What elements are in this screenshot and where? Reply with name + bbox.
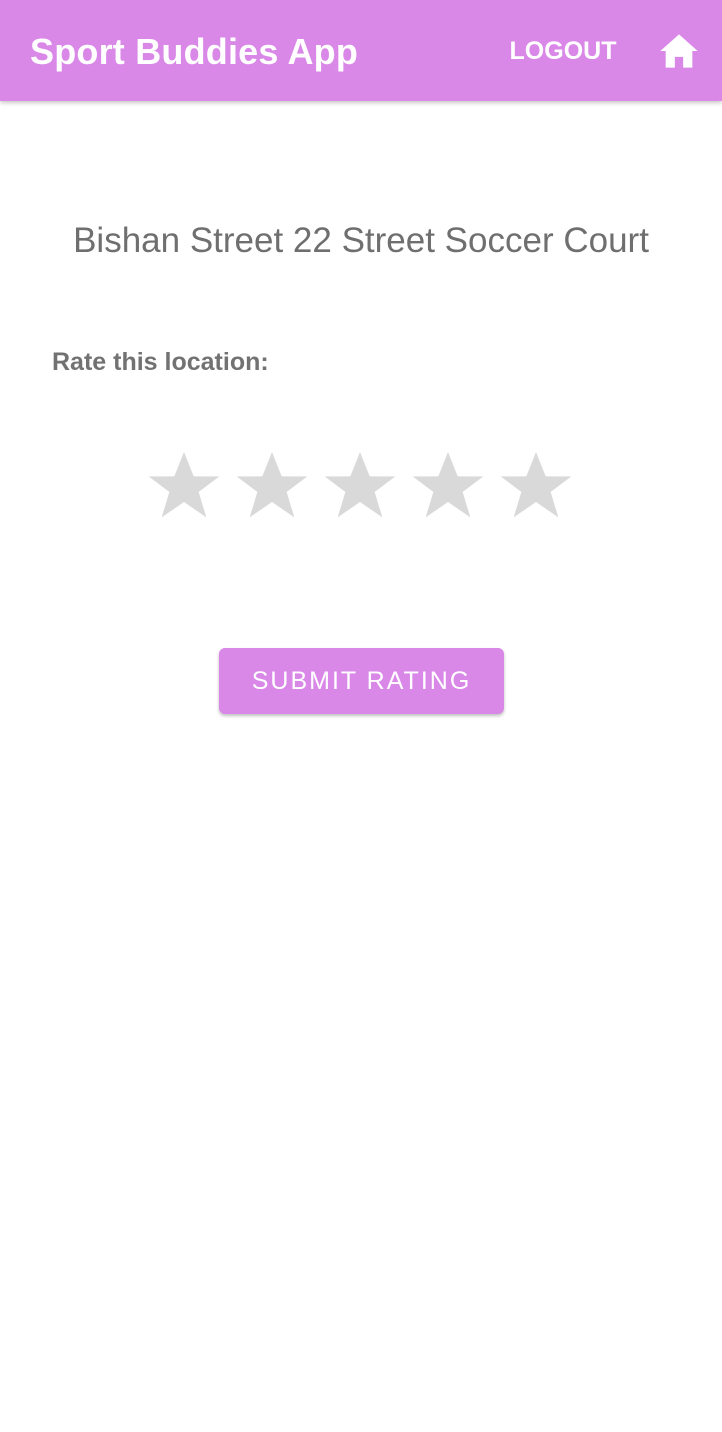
home-icon xyxy=(660,34,698,68)
star-icon xyxy=(148,452,220,518)
star-icon xyxy=(324,452,396,518)
rating-screen: Sport Buddies App LOGOUT Bishan Street 2… xyxy=(0,0,722,1432)
star-5-button[interactable] xyxy=(496,446,576,526)
star-1-button[interactable] xyxy=(144,446,224,526)
star-icon xyxy=(500,452,572,518)
star-2-button[interactable] xyxy=(232,446,312,526)
app-title: Sport Buddies App xyxy=(30,31,359,72)
logout-button[interactable]: LOGOUT xyxy=(498,26,628,76)
home-button[interactable] xyxy=(652,24,706,78)
submit-rating-button[interactable]: SUBMIT RATING xyxy=(219,648,504,714)
location-name: Bishan Street 22 Street Soccer Court xyxy=(73,221,649,260)
star-4-button[interactable] xyxy=(408,446,488,526)
star-icon xyxy=(236,452,308,518)
rate-label: Rate this location: xyxy=(52,348,269,376)
app-bar: Sport Buddies App LOGOUT xyxy=(0,0,722,101)
star-3-button[interactable] xyxy=(320,446,400,526)
star-icon xyxy=(412,452,484,518)
star-rating xyxy=(144,446,576,526)
